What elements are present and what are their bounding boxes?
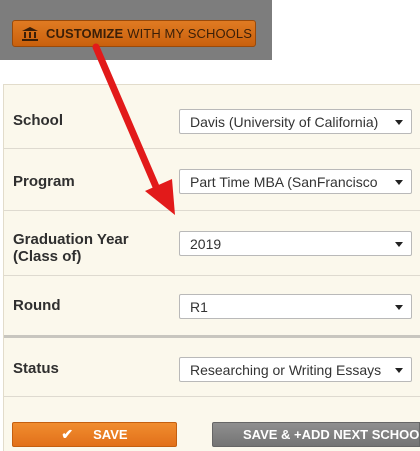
- program-label: Program: [13, 173, 75, 190]
- program-select[interactable]: Part Time MBA (SanFrancisco: [179, 169, 412, 194]
- chevron-down-icon: [395, 305, 403, 310]
- round-label: Round: [13, 297, 61, 314]
- save-button-label: SAVE: [93, 427, 128, 442]
- check-icon: ✔: [61, 426, 74, 442]
- status-row: Status Researching or Writing Essays: [4, 357, 420, 382]
- graduation-year-row: Graduation Year (Class of) 2019: [4, 231, 420, 265]
- divider: [4, 396, 420, 397]
- round-select-value: R1: [190, 298, 208, 315]
- save-and-add-next-school-button[interactable]: SAVE & +ADD NEXT SCHOOL: [212, 422, 420, 447]
- status-label: Status: [13, 360, 59, 377]
- round-select[interactable]: R1: [179, 294, 412, 319]
- program-select-value: Part Time MBA (SanFrancisco: [190, 173, 378, 190]
- chevron-down-icon: [395, 120, 403, 125]
- customize-label: CUSTOMIZE: [46, 26, 124, 41]
- chevron-down-icon: [395, 180, 403, 185]
- divider: [4, 148, 420, 149]
- graduation-year-select-value: 2019: [190, 235, 222, 252]
- save-and-add-next-school-label: SAVE & +ADD NEXT SCHOOL: [243, 427, 420, 442]
- divider: [4, 210, 420, 211]
- customize-with-my-schools-button[interactable]: CUSTOMIZE WITH MY SCHOOLS: [12, 20, 256, 47]
- status-select[interactable]: Researching or Writing Essays: [179, 357, 412, 382]
- graduation-year-label-line1: Graduation Year: [13, 231, 129, 248]
- program-row: Program Part Time MBA (SanFrancisco: [4, 169, 420, 194]
- chevron-down-icon: [395, 242, 403, 247]
- status-select-value: Researching or Writing Essays: [190, 361, 382, 378]
- divider: [4, 275, 420, 276]
- bank-icon: [22, 26, 38, 41]
- graduation-year-label: Graduation Year (Class of): [13, 231, 129, 265]
- save-button[interactable]: ✔ SAVE: [12, 422, 177, 447]
- with-my-schools-label: WITH MY SCHOOLS: [127, 26, 252, 41]
- round-row: Round R1: [4, 294, 420, 319]
- graduation-year-label-line2: (Class of): [13, 248, 82, 265]
- school-select[interactable]: Davis (University of California): [179, 109, 412, 134]
- school-form-panel: School Davis (University of California) …: [3, 84, 420, 451]
- school-row: School Davis (University of California): [4, 109, 420, 134]
- school-label: School: [13, 112, 64, 129]
- school-select-value: Davis (University of California): [190, 113, 379, 130]
- chevron-down-icon: [395, 368, 403, 373]
- graduation-year-select[interactable]: 2019: [179, 231, 412, 256]
- section-divider: [4, 335, 420, 338]
